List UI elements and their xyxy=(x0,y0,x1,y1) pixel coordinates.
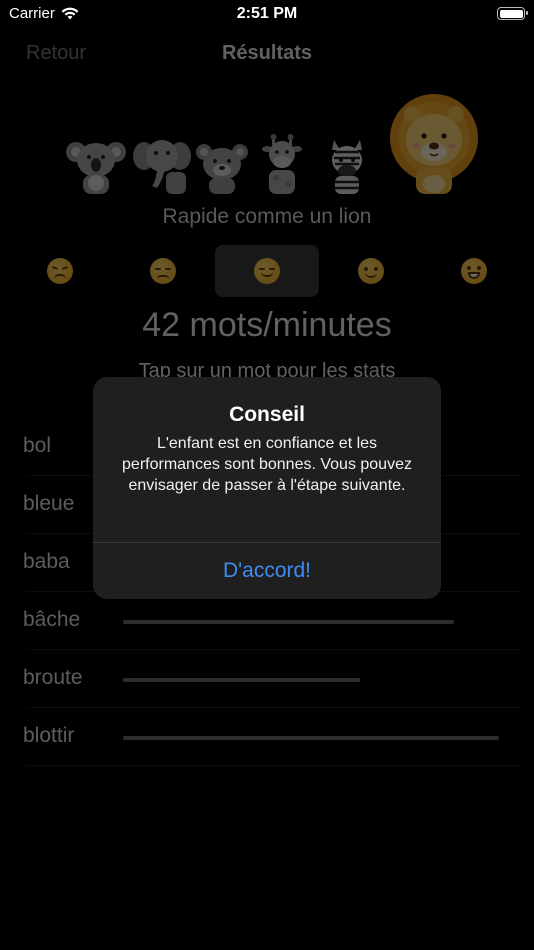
unhappy-face-icon xyxy=(150,258,177,284)
smiling-face-icon xyxy=(357,258,384,284)
word-row[interactable]: broute xyxy=(23,650,520,708)
grinning-face-icon xyxy=(461,258,488,284)
speed-category-label: Rapide comme un lion xyxy=(162,205,372,228)
animal-ranking xyxy=(60,92,480,194)
mood-option-very-unhappy[interactable] xyxy=(8,245,112,297)
bear-icon xyxy=(196,144,248,194)
word-stat-bar xyxy=(123,736,499,740)
battery-icon xyxy=(497,7,528,20)
page-title: Résultats xyxy=(221,42,313,64)
word-row[interactable]: blottir xyxy=(23,708,520,766)
word-label: baba xyxy=(23,550,70,573)
mood-option-grinning[interactable] xyxy=(422,245,526,297)
word-label: blottir xyxy=(23,724,75,747)
giraffe-icon xyxy=(262,134,302,194)
word-label: bleue xyxy=(23,492,75,515)
word-row[interactable]: bâche xyxy=(23,592,520,650)
navigation-bar: Retour Résultats xyxy=(0,38,534,72)
word-label: bâche xyxy=(23,608,81,631)
clock: 2:51 PM xyxy=(236,5,298,22)
elephant-icon xyxy=(133,140,191,194)
relieved-face-icon xyxy=(253,258,280,284)
word-label: bol xyxy=(23,434,52,457)
mood-selector xyxy=(8,245,526,297)
word-stat-bar xyxy=(123,678,360,682)
status-bar: Carrier 2:51 PM xyxy=(0,0,534,30)
word-stat-bar xyxy=(123,620,454,624)
alert-title: Conseil xyxy=(229,403,305,426)
zebra-icon xyxy=(332,140,362,194)
alert-message: L'enfant est en confiance et les perform… xyxy=(122,435,412,494)
lion-icon xyxy=(390,94,478,194)
ok-button[interactable]: D'accord! xyxy=(93,543,441,599)
very-unhappy-face-icon xyxy=(46,258,73,284)
koala-icon xyxy=(66,142,126,194)
advice-alert: Conseil L'enfant est en confiance et les… xyxy=(93,377,441,599)
mood-option-unhappy[interactable] xyxy=(112,245,216,297)
word-label: broute xyxy=(23,666,83,689)
mood-option-smiling[interactable] xyxy=(319,245,423,297)
reading-speed-value: 42 mots/minutes xyxy=(142,306,392,344)
mood-option-relieved[interactable] xyxy=(215,245,319,297)
